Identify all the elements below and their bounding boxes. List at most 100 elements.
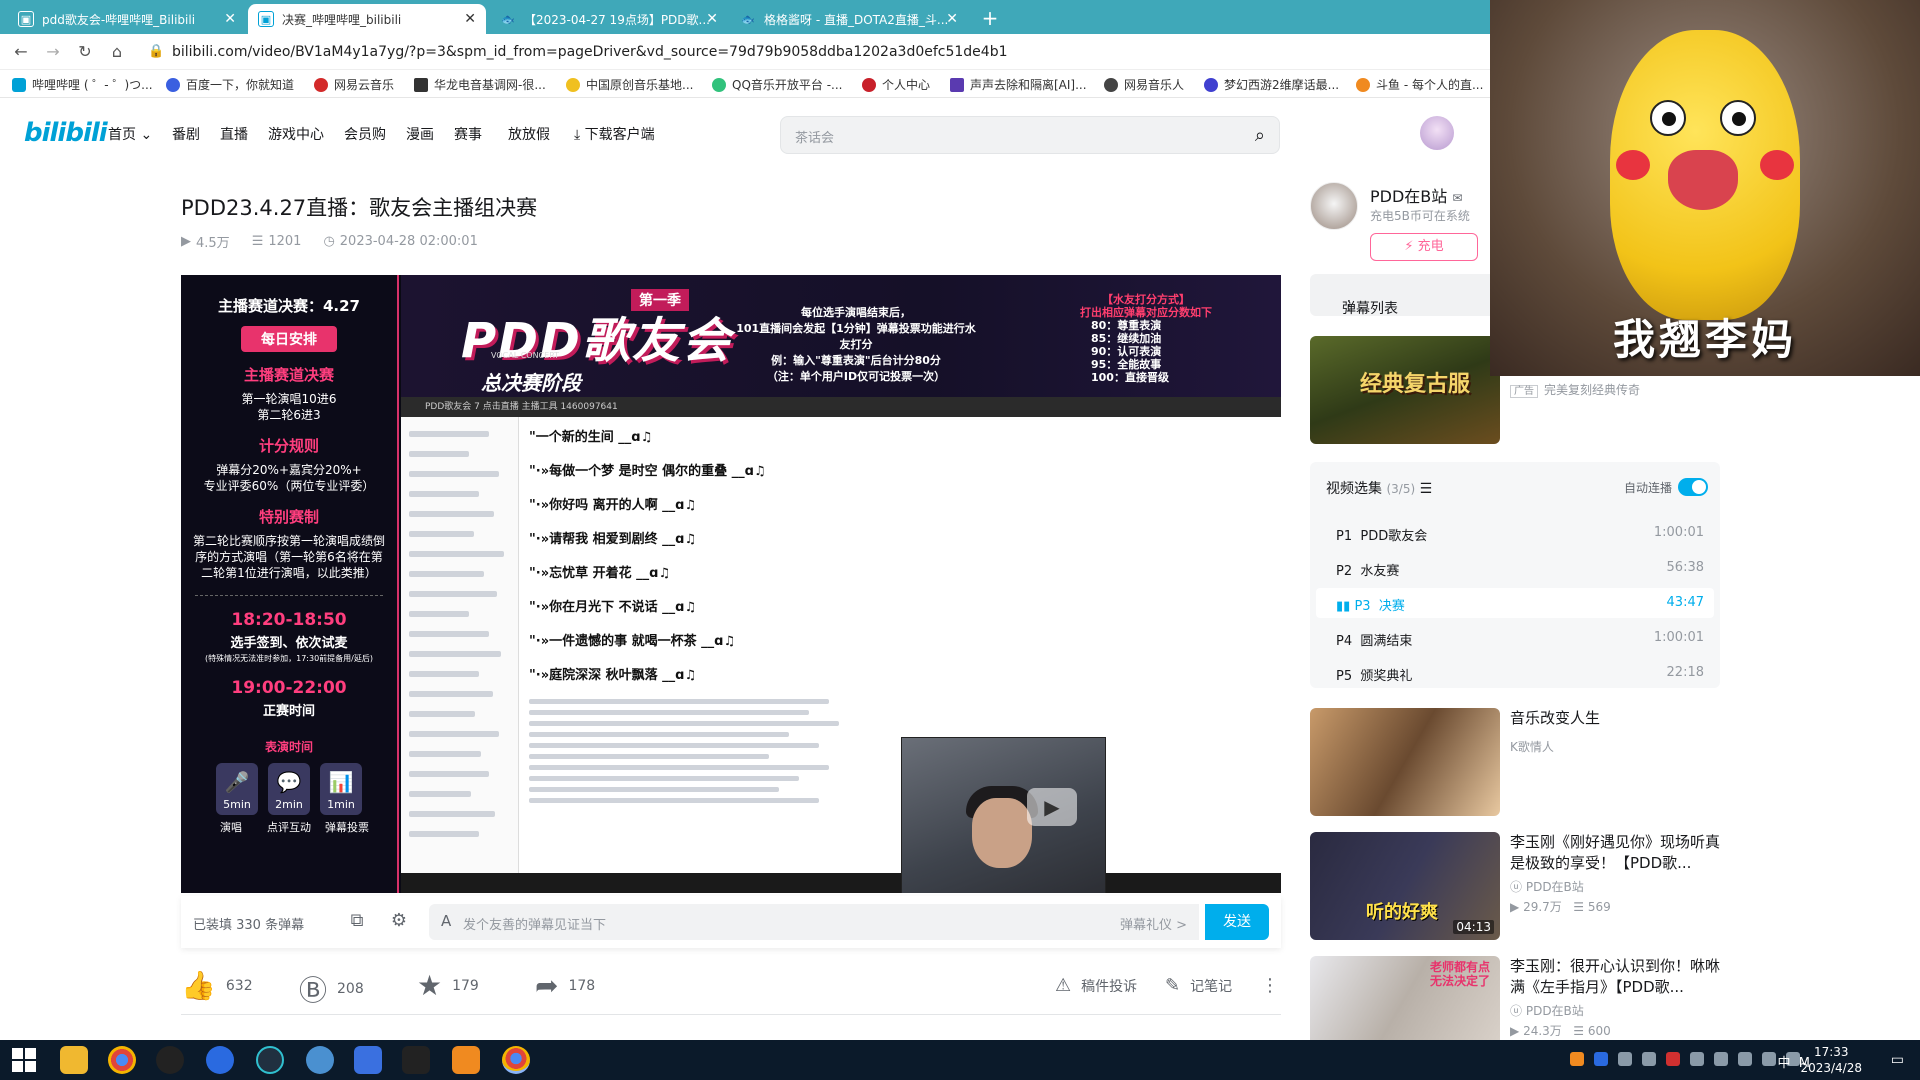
episode-item-p2[interactable]: P2 水友赛 56:38: [1316, 553, 1714, 583]
network-icon[interactable]: [1738, 1052, 1752, 1066]
search-icon[interactable]: ⌕: [1255, 125, 1265, 146]
url-field[interactable]: 🔒 bilibili.com/video/BV1aM4y1a7yg/?p=3&s…: [142, 40, 1482, 64]
reload-icon[interactable]: ↻: [74, 41, 96, 63]
bookmark-douyu[interactable]: 斗鱼 - 每个人的直...: [1356, 76, 1483, 93]
share-button[interactable]: ➦ 178: [535, 969, 595, 1002]
video-player[interactable]: 主播赛道决赛：4.27 每日安排 主播赛道决赛 第一轮演唱10进6 第二轮6进3…: [181, 275, 1281, 893]
danmaku-list-toggle[interactable]: 弹幕列表 ⋮: [1310, 274, 1490, 317]
tray-icon[interactable]: [1618, 1052, 1632, 1066]
bookmark-bilibili[interactable]: 哔哩哔哩 ( ゜- ゜)つ...: [12, 76, 153, 93]
tab-pdd-gehuyou[interactable]: ▣ pdd歌友会-哔哩哔哩_Bilibili ✕: [8, 4, 246, 34]
close-icon[interactable]: ✕: [224, 11, 236, 27]
system-clock[interactable]: 17:33 2023/4/28: [1800, 1044, 1862, 1076]
app-icon[interactable]: [452, 1046, 480, 1074]
rec-author[interactable]: ⓤ PDD在B站: [1510, 878, 1584, 895]
tray-icon[interactable]: [1666, 1052, 1680, 1066]
send-button[interactable]: 发送: [1205, 904, 1269, 940]
episode-item-p1[interactable]: P1 PDD歌友会 1:00:01: [1316, 518, 1714, 548]
volume-icon[interactable]: [1762, 1052, 1776, 1066]
app-icon[interactable]: [402, 1046, 430, 1074]
uploader-name[interactable]: PDD在B站 ✉: [1370, 183, 1462, 207]
recommended-video[interactable]: 音乐改变人生 K歌情人: [1310, 708, 1720, 816]
like-button[interactable]: 👍 632: [181, 969, 253, 1002]
feishu-icon[interactable]: [354, 1046, 382, 1074]
toggle-switch[interactable]: [1678, 478, 1708, 496]
forward-icon[interactable]: →: [42, 41, 64, 63]
windows-start-icon[interactable]: [12, 1048, 36, 1072]
danmaku-toggle-icon[interactable]: ⧉: [345, 910, 369, 934]
rec-author[interactable]: ⓤ PDD在B站: [1510, 1002, 1584, 1019]
message-icon[interactable]: ✉: [1452, 191, 1462, 205]
close-icon[interactable]: ✕: [946, 11, 958, 27]
recommended-video[interactable]: 听的好爽 04:13 李玉刚《刚好遇见你》现场听真是极致的享受！【PDD歌...…: [1310, 832, 1720, 940]
app-icon[interactable]: [306, 1046, 334, 1074]
episode-item-p4[interactable]: P4 圆满结束 1:00:01: [1316, 623, 1714, 653]
app-icon[interactable]: [256, 1046, 284, 1074]
tab-juesai[interactable]: ▣ 决赛_哔哩哔哩_bilibili ✕: [248, 4, 486, 34]
charge-button[interactable]: ⚡ 充电: [1370, 233, 1478, 261]
bookmark-qq-music[interactable]: QQ音乐开放平台 -...: [712, 76, 842, 93]
autoplay-toggle[interactable]: 自动连播: [1624, 478, 1708, 496]
nav-bangumi[interactable]: 番剧: [172, 124, 200, 144]
nav-manga[interactable]: 漫画: [406, 124, 434, 144]
tray-icon[interactable]: [1570, 1052, 1584, 1066]
nav-download[interactable]: ⤓ 下载客户端: [574, 124, 655, 144]
rec-title[interactable]: 李玉刚：很开心认识到你！咻咻满《左手指月》【PDD歌...: [1510, 956, 1720, 998]
episode-item-p5[interactable]: P5 颁奖典礼 22:18: [1316, 658, 1714, 688]
new-tab-button[interactable]: +: [978, 7, 1002, 31]
bookmark-hualong[interactable]: 华龙电音基调网-很...: [414, 76, 546, 93]
bookmark-baidu[interactable]: 百度一下，你就知道: [166, 76, 294, 93]
video-thumbnail[interactable]: 老师都有点无法决定了: [1310, 956, 1500, 1040]
bookmark-original-music[interactable]: 中国原创音乐基地...: [566, 76, 693, 93]
bookmark-personal-center[interactable]: 个人中心: [862, 76, 930, 93]
bookmark-netease-music[interactable]: 网易云音乐: [314, 76, 394, 93]
close-icon[interactable]: ✕: [464, 11, 476, 27]
recommended-video[interactable]: 老师都有点无法决定了 李玉刚：很开心认识到你！咻咻满《左手指月》【PDD歌...…: [1310, 956, 1720, 1040]
tray-icon[interactable]: [1594, 1052, 1608, 1066]
search-input[interactable]: 茶话会 ⌕: [780, 116, 1280, 154]
tray-icon[interactable]: [1714, 1052, 1728, 1066]
notification-icon[interactable]: ▭: [1891, 1052, 1904, 1068]
close-icon[interactable]: ✕: [706, 11, 718, 27]
qq-icon[interactable]: [156, 1046, 184, 1074]
nav-live[interactable]: 直播: [220, 124, 248, 144]
home-icon[interactable]: ⌂: [106, 41, 128, 63]
report-button[interactable]: ⚠ 稿件投诉: [1055, 975, 1137, 996]
tab-dota-live[interactable]: 🐟 格格酱呀 - 直播_DOTA2直播_斗... ✕: [730, 4, 968, 34]
episode-item-p3[interactable]: ▮▮ P3 决赛 43:47: [1316, 588, 1714, 618]
uploader-avatar[interactable]: [1310, 182, 1358, 230]
list-icon[interactable]: ☰: [1420, 481, 1433, 497]
chrome-icon[interactable]: [108, 1046, 136, 1074]
nav-home[interactable]: 首页 ⌄: [108, 124, 152, 144]
back-icon[interactable]: ←: [10, 41, 32, 63]
tab-live-pdd[interactable]: 🐟 【2023-04-27 19点场】PDD歌... ✕: [490, 4, 728, 34]
font-style-icon[interactable]: A: [441, 912, 451, 930]
rec-author[interactable]: K歌情人: [1510, 738, 1554, 755]
rec-title[interactable]: 李玉刚《刚好遇见你》现场听真是极致的享受！【PDD歌...: [1510, 832, 1720, 874]
video-thumbnail[interactable]: 听的好爽 04:13: [1310, 832, 1500, 940]
play-icon[interactable]: ▶: [1027, 788, 1077, 826]
kugou-icon[interactable]: [206, 1046, 234, 1074]
bookmark-vocal-remover[interactable]: 声声去除和隔离[AI]...: [950, 76, 1087, 93]
nav-esports[interactable]: 赛事: [454, 124, 482, 144]
tray-icon[interactable]: [1690, 1052, 1704, 1066]
ad-caption[interactable]: 广告 完美复刻经典传奇: [1510, 381, 1640, 398]
nav-mall[interactable]: 会员购: [344, 124, 386, 144]
bilibili-logo[interactable]: bilibili: [24, 118, 108, 148]
coin-button[interactable]: Ⓑ 208: [299, 969, 364, 1009]
favorite-button[interactable]: ★ 179: [417, 969, 479, 1002]
danmaku-input[interactable]: A 发个友善的弹幕见证当下 弹幕礼仪 >: [429, 904, 1199, 940]
user-avatar[interactable]: [1420, 116, 1454, 150]
nav-game-center[interactable]: 游戏中心: [268, 124, 324, 144]
tray-icon[interactable]: [1642, 1052, 1656, 1066]
chrome-active-icon[interactable]: [502, 1046, 530, 1074]
nav-holiday[interactable]: 放放假: [508, 124, 550, 144]
more-button[interactable]: ⋮: [1261, 975, 1279, 996]
file-explorer-icon[interactable]: [60, 1046, 88, 1074]
bookmark-menghuan[interactable]: 梦幻西游2维摩话最...: [1204, 76, 1339, 93]
bookmark-netease-musician[interactable]: 网易音乐人: [1104, 76, 1184, 93]
danmaku-etiquette-link[interactable]: 弹幕礼仪 >: [1120, 914, 1187, 933]
video-thumbnail[interactable]: [1310, 708, 1500, 816]
note-button[interactable]: ✎ 记笔记: [1165, 975, 1232, 996]
more-icon[interactable]: ⋮: [1342, 298, 1356, 314]
